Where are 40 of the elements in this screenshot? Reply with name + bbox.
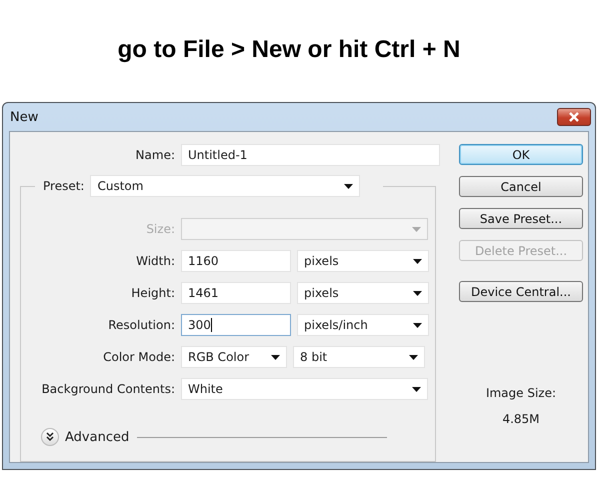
field-label: Width: (135, 254, 175, 268)
unit-dropdown[interactable]: pixels (297, 250, 429, 272)
dropdown[interactable]: RGB Color (181, 346, 287, 368)
expand-button[interactable] (41, 428, 59, 446)
caret-icon (413, 290, 422, 296)
field-label: Color Mode: (102, 350, 175, 364)
name-field[interactable]: Untitled-1 (181, 144, 440, 166)
window-title: New (10, 110, 38, 124)
caption: go to File > New or hit Ctrl + N (118, 36, 460, 64)
field-label: Size: (145, 222, 175, 236)
caret-icon (412, 226, 421, 232)
caret-icon (413, 322, 422, 328)
field-label: Height: (130, 286, 175, 300)
section-label: Advanced (65, 430, 130, 444)
chevron-icon (45, 432, 55, 442)
caret-icon (413, 258, 422, 264)
caret-icon (344, 184, 354, 188)
dialog-button[interactable]: OK (459, 144, 583, 165)
field-label: Resolution: (107, 318, 175, 332)
field-label: Name: (134, 148, 175, 162)
unit-dropdown[interactable]: pixels/inch (297, 314, 429, 336)
unit-dropdown[interactable]: pixels (297, 282, 429, 304)
caret-icon (271, 354, 280, 360)
close-button[interactable] (557, 108, 591, 126)
input-field[interactable]: 1160 (181, 250, 291, 272)
image-size-value: 4.85M (502, 412, 540, 426)
dropdown[interactable]: White (181, 378, 428, 400)
dialog-button[interactable]: Save Preset... (459, 208, 583, 229)
preset-dropdown[interactable]: Custom (90, 175, 360, 197)
input-field[interactable]: 300 (181, 314, 291, 336)
dialog-button[interactable]: Cancel (459, 176, 583, 197)
field-label: Background Contents: (40, 382, 175, 396)
caret-icon (412, 386, 421, 392)
caret-icon (409, 354, 418, 360)
image-size-label: Image Size: (486, 386, 556, 400)
field-label: Preset: (43, 179, 84, 193)
dialog-button[interactable]: Device Central... (459, 281, 583, 302)
input-field[interactable]: 1461 (181, 282, 291, 304)
close-icon (568, 112, 580, 122)
unit-dropdown[interactable]: 8 bit (293, 346, 425, 368)
